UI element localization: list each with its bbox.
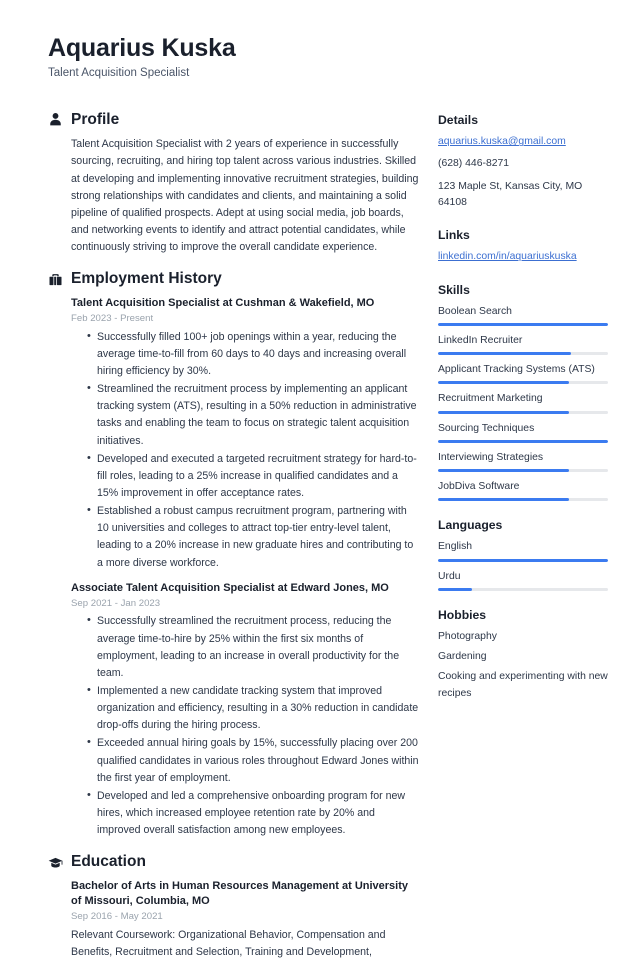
skill-meter-track [438, 352, 608, 356]
resume-header: Aquarius Kuska Talent Acquisition Specia… [48, 34, 600, 81]
employment-entry-title: Associate Talent Acquisition Specialist … [71, 581, 389, 594]
sidebar-skills: Skills Boolean Search LinkedIn Recruiter… [438, 283, 608, 501]
skill-label: Recruitment Marketing [438, 393, 543, 405]
employment-entry-date: Feb 2023 - Present [71, 313, 154, 325]
skill-meter-fill [438, 468, 569, 472]
skill-row: Sourcing Techniques [438, 421, 608, 443]
resume-page: Aquarius Kuska Talent Acquisition Specia… [0, 0, 640, 958]
bullet-item: Developed and led a comprehensive onboar… [87, 787, 420, 839]
skill-label: Interviewing Strategies [438, 451, 544, 463]
briefcase-icon [48, 272, 63, 287]
employment-entry-bullets: Successfully filled 100+ job openings wi… [71, 328, 420, 572]
skill-meter-fill [438, 497, 569, 501]
skill-label: Sourcing Techniques [438, 422, 535, 434]
language-label: English [438, 541, 473, 553]
employment-entry: Talent Acquisition Specialist at Cushman… [71, 296, 420, 572]
skill-meter-fill [438, 381, 569, 385]
section-education: Education Bachelor of Arts in Human Reso… [48, 853, 420, 961]
profile-text: Talent Acquisition Specialist with 2 yea… [71, 138, 419, 254]
skill-row: Applicant Tracking Systems (ATS) [438, 362, 608, 385]
details-title: Details [438, 112, 478, 127]
profile-header: Profile [48, 111, 420, 130]
linkedin-link[interactable]: linkedin.com/in/aquariuskuska [438, 249, 608, 265]
skill-meter-fill [438, 410, 569, 414]
language-meter-fill [438, 587, 472, 591]
sidebar-links: Links linkedin.com/in/aquariuskuska [438, 228, 608, 266]
section-profile: Profile Talent Acquisition Specialist wi… [48, 111, 420, 257]
skill-meter-track [438, 323, 608, 327]
candidate-job-title: Talent Acquisition Specialist [48, 66, 190, 79]
phone-text: (628) 446-8271 [438, 158, 510, 170]
employment-entry-date: Sep 2021 - Jan 2023 [71, 597, 161, 609]
skill-meter-track [438, 381, 608, 385]
skill-row: LinkedIn Recruiter [438, 333, 608, 356]
education-entry-description: Relevant Coursework: Organizational Beha… [71, 928, 386, 958]
skill-meter-track [438, 410, 608, 414]
hobby-item: Gardening [438, 651, 487, 663]
language-label: Urdu [438, 570, 461, 582]
sidebar-hobbies: Hobbies Photography Gardening Cooking an… [438, 608, 608, 702]
bullet-item: Successfully filled 100+ job openings wi… [87, 328, 420, 380]
links-title: Links [438, 227, 470, 242]
skill-row: Interviewing Strategies [438, 450, 608, 472]
candidate-name: Aquarius Kuska [48, 34, 236, 62]
main-column: Profile Talent Acquisition Specialist wi… [48, 111, 420, 975]
bullet-item: Successfully streamlined the recruitment… [87, 612, 420, 682]
bullet-item: Developed and executed a targeted recrui… [87, 450, 420, 502]
skill-label: Boolean Search [438, 306, 512, 318]
skill-row: Recruitment Marketing [438, 391, 608, 414]
education-body: Bachelor of Arts in Human Resources Mana… [48, 879, 420, 961]
employment-body: Talent Acquisition Specialist at Cushman… [48, 296, 420, 839]
skill-meter-fill [438, 439, 608, 443]
hobbies-title: Hobbies [438, 607, 487, 622]
education-header: Education [48, 853, 420, 872]
skill-row: Boolean Search [438, 304, 608, 327]
skill-meter-track [438, 497, 608, 501]
sidebar-details: Details aquarius.kuska@gmail.com (628) 4… [438, 113, 608, 211]
skills-title: Skills [438, 282, 470, 297]
education-entry-date: Sep 2016 - May 2021 [71, 911, 163, 923]
hobby-item: Cooking and experimenting with new recip… [438, 671, 608, 699]
profile-body: Talent Acquisition Specialist with 2 yea… [48, 136, 420, 256]
skill-label: JobDiva Software [438, 480, 520, 492]
sidebar-languages: Languages English Urdu [438, 518, 608, 591]
employment-title: Employment History [71, 270, 222, 288]
address-text: 123 Maple St, Kansas City, MO 64108 [438, 180, 583, 208]
education-entry: Bachelor of Arts in Human Resources Mana… [71, 879, 420, 961]
skill-meter-fill [438, 352, 571, 356]
language-meter-fill [438, 558, 608, 562]
skill-label: LinkedIn Recruiter [438, 335, 523, 347]
education-title: Education [71, 853, 146, 871]
skill-label: Applicant Tracking Systems (ATS) [438, 364, 595, 376]
bullet-item: Implemented a new candidate tracking sys… [87, 682, 420, 734]
languages-title: Languages [438, 517, 503, 532]
section-employment-history: Employment History Talent Acquisition Sp… [48, 270, 420, 839]
resume-columns: Profile Talent Acquisition Specialist wi… [48, 111, 608, 975]
profile-title: Profile [71, 110, 120, 128]
employment-entry: Associate Talent Acquisition Specialist … [71, 581, 420, 840]
language-meter-track [438, 587, 608, 591]
employment-entry-title: Talent Acquisition Specialist at Cushman… [71, 296, 375, 309]
skill-meter-fill [438, 323, 608, 327]
employment-header: Employment History [48, 270, 420, 289]
employment-entry-bullets: Successfully streamlined the recruitment… [71, 612, 420, 839]
sidebar-column: Details aquarius.kuska@gmail.com (628) 4… [438, 111, 608, 719]
skill-meter-track [438, 468, 608, 472]
bullet-item: Streamlined the recruitment process by i… [87, 380, 420, 450]
language-row: English [438, 539, 608, 562]
graduation-cap-icon [48, 855, 63, 870]
person-icon [48, 112, 63, 127]
bullet-item: Exceeded annual hiring goals by 15%, suc… [87, 734, 420, 786]
skill-meter-track [438, 439, 608, 443]
email-link[interactable]: aquarius.kuska@gmail.com [438, 134, 608, 150]
hobby-item: Photography [438, 631, 497, 643]
skill-row: JobDiva Software [438, 479, 608, 501]
language-meter-track [438, 558, 608, 562]
bullet-item: Established a robust campus recruitment … [87, 502, 420, 572]
language-row: Urdu [438, 569, 608, 591]
